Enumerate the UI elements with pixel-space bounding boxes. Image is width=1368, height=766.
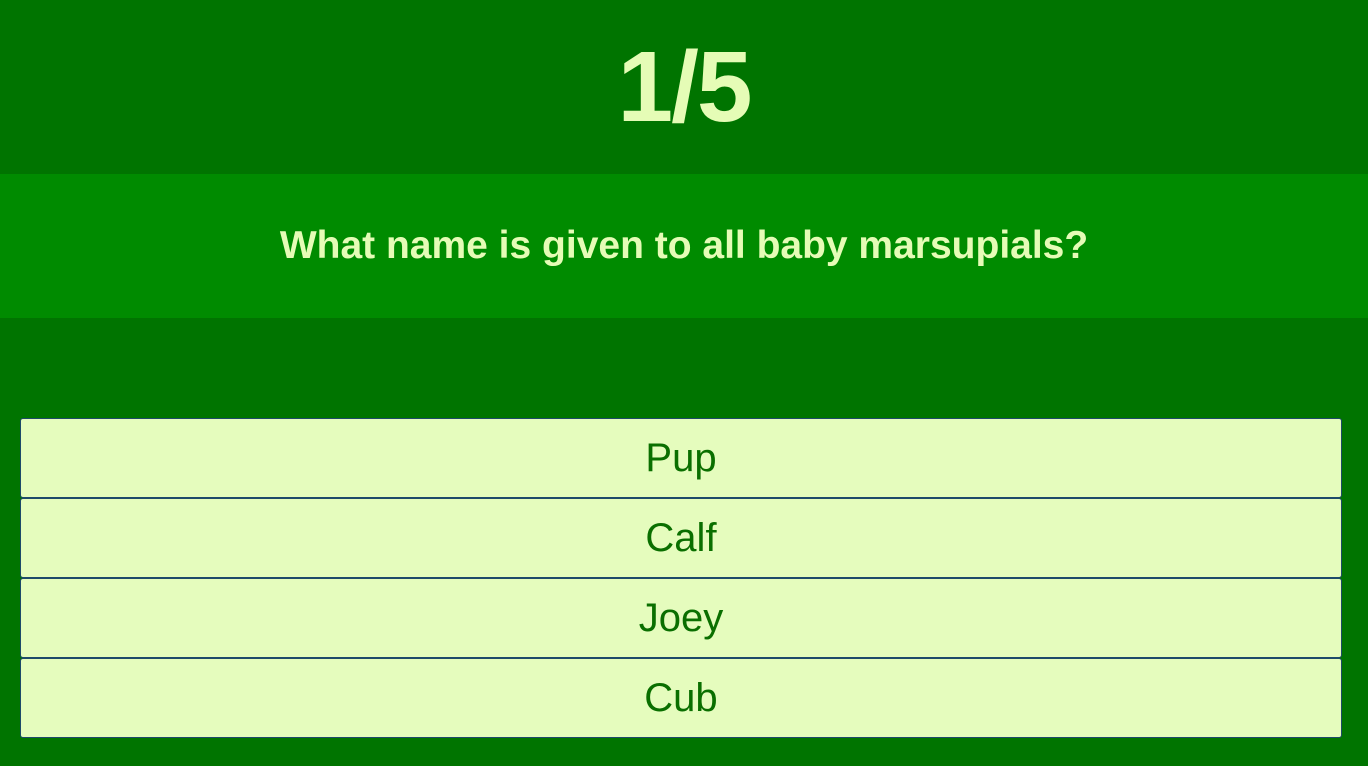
question-banner: What name is given to all baby marsupial… (0, 174, 1368, 318)
question-text: What name is given to all baby marsupial… (279, 224, 1089, 267)
answer-button-joey[interactable]: Joey (20, 578, 1342, 658)
answer-button-cub[interactable]: Cub (20, 658, 1342, 738)
question-counter: 1/5 (617, 30, 752, 143)
answer-button-pup[interactable]: Pup (20, 418, 1342, 498)
answer-button-calf[interactable]: Calf (20, 498, 1342, 578)
answer-list: Pup Calf Joey Cub (20, 418, 1342, 738)
